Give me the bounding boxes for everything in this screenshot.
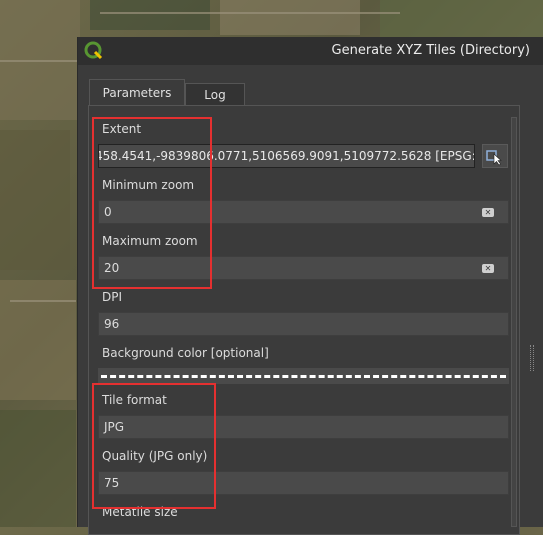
extent-select-icon [486, 150, 502, 166]
panel-splitter-handle[interactable] [530, 345, 534, 371]
tab-log[interactable]: Log [185, 83, 245, 106]
highlight-box-extent-zoom [92, 117, 212, 289]
background-color-label: Background color [optional] [102, 346, 269, 360]
dpi-label: DPI [102, 290, 123, 304]
window-title: Generate XYZ Tiles (Directory) [331, 43, 530, 58]
tab-parameters-label: Parameters [102, 86, 172, 100]
dialog-window: Generate XYZ Tiles (Directory) Parameter… [77, 37, 543, 535]
scrollbar-handle[interactable] [511, 117, 517, 527]
dpi-value: 96 [104, 317, 120, 331]
transparent-color-indicator [101, 375, 506, 378]
clear-min-zoom-icon[interactable]: ✕ [482, 208, 494, 217]
dpi-field[interactable]: 96 [98, 312, 509, 336]
vertical-scrollbar[interactable] [510, 117, 518, 527]
highlight-box-format-quality [92, 383, 216, 509]
extent-select-button[interactable] [482, 144, 508, 168]
tab-log-label: Log [204, 88, 226, 102]
title-bar: Generate XYZ Tiles (Directory) [78, 37, 543, 65]
tab-parameters[interactable]: Parameters [89, 79, 185, 106]
clear-max-zoom-icon[interactable]: ✕ [482, 264, 494, 273]
qgis-logo-icon [84, 41, 103, 60]
background-color-picker[interactable] [98, 368, 509, 384]
